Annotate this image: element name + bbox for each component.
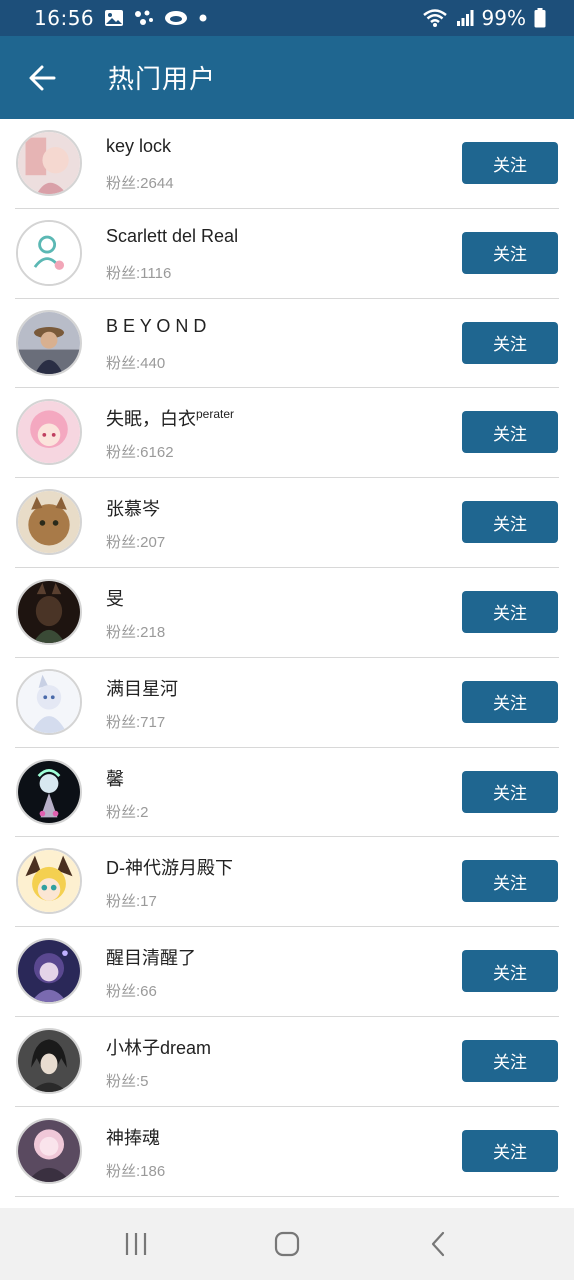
follow-button[interactable]: 关注 <box>462 950 558 993</box>
avatar[interactable] <box>16 938 82 1005</box>
fans-count: 粉丝:6162 <box>106 444 174 462</box>
user-name: 神捧魂 <box>106 1127 160 1148</box>
system-nav-bar <box>0 1208 574 1280</box>
user-name: Scarlett del Real <box>106 225 239 246</box>
list-item[interactable]: D-神代游月殿下 粉丝:17 关注 <box>15 837 559 928</box>
avatar[interactable] <box>16 668 82 735</box>
follow-button[interactable]: 关注 <box>462 321 558 364</box>
battery-icon <box>534 8 546 28</box>
user-name-text: 失眠，白衣 <box>106 409 196 430</box>
fans-count: 粉丝:66 <box>106 983 157 1001</box>
list-item[interactable]: Scarlett del Real 粉丝:1116 关注 <box>15 209 559 299</box>
avatar[interactable] <box>16 489 82 556</box>
signal-icon <box>456 9 474 27</box>
list-item[interactable]: 馨 粉丝:2 关注 <box>15 748 559 838</box>
user-name: B E Y O N D <box>106 315 207 336</box>
list-item[interactable]: 满目星河 粉丝:717 关注 <box>15 658 559 748</box>
avatar[interactable] <box>16 578 82 645</box>
hot-users-list[interactable]: key lock 粉丝:2644 关注 Scarlett del Real 粉丝… <box>0 119 574 1208</box>
fans-count: 粉丝:5 <box>106 1072 149 1090</box>
avatar[interactable] <box>16 848 82 915</box>
follow-button[interactable]: 关注 <box>462 411 558 454</box>
user-name: D-神代游月殿下 <box>106 858 233 879</box>
notification-dot-icon <box>198 13 208 23</box>
list-item[interactable]: 神捧魂 粉丝:186 关注 <box>15 1107 559 1197</box>
avatar[interactable] <box>16 758 82 825</box>
user-name: 满目星河 <box>106 678 178 699</box>
follow-button[interactable]: 关注 <box>462 860 558 903</box>
fans-count: 粉丝:218 <box>106 623 166 641</box>
cloud-icon <box>164 10 188 26</box>
user-name: 张慕岑 <box>106 499 160 520</box>
fans-count: 粉丝:186 <box>106 1162 166 1180</box>
user-name: 小林子dream <box>106 1037 212 1058</box>
gallery-icon <box>104 9 124 27</box>
list-item[interactable]: 张慕岑 粉丝:207 关注 <box>15 478 559 568</box>
user-name: 失眠，白衣perater <box>106 405 234 431</box>
status-bar: 16:56 99% <box>0 0 574 36</box>
user-name-sup: perater <box>196 407 235 422</box>
home-button[interactable] <box>257 1214 317 1274</box>
user-name: 旻 <box>106 588 124 609</box>
avatar[interactable] <box>16 1117 82 1184</box>
follow-button[interactable]: 关注 <box>462 590 558 633</box>
user-name: key lock <box>106 136 172 156</box>
follow-button[interactable]: 关注 <box>462 231 558 274</box>
list-item[interactable]: 醒目清醒了 粉丝:66 关注 <box>15 927 559 1017</box>
home-icon <box>274 1231 300 1257</box>
wifi-icon <box>422 8 448 28</box>
list-item[interactable]: 旻 粉丝:218 关注 <box>15 568 559 658</box>
recent-apps-icon <box>125 1233 146 1255</box>
back-button[interactable] <box>0 36 84 119</box>
user-name: 馨 <box>106 768 124 789</box>
follow-button[interactable]: 关注 <box>462 770 558 813</box>
list-item[interactable]: 小林子dream 粉丝:5 关注 <box>15 1017 559 1107</box>
nav-back-icon <box>432 1231 445 1257</box>
user-name: 醒目清醒了 <box>106 948 196 969</box>
fans-count: 粉丝:207 <box>106 534 166 552</box>
follow-button[interactable]: 关注 <box>462 680 558 723</box>
fans-count: 粉丝:1116 <box>106 264 172 282</box>
list-item[interactable]: key lock 粉丝:2644 关注 <box>15 119 559 209</box>
nav-back-button[interactable] <box>408 1214 468 1274</box>
avatar[interactable] <box>16 130 82 196</box>
page-title: 热门用户 <box>108 65 217 95</box>
recent-apps-button[interactable] <box>106 1214 166 1274</box>
fans-count: 粉丝:717 <box>106 713 166 731</box>
list-item[interactable]: B E Y O N D 粉丝:440 关注 <box>15 299 559 389</box>
avatar[interactable] <box>16 1027 82 1094</box>
avatar[interactable] <box>16 309 82 376</box>
back-arrow-icon <box>29 65 56 90</box>
battery-percent: 99% <box>481 6 526 30</box>
avatar[interactable] <box>16 399 82 466</box>
follow-button[interactable]: 关注 <box>462 1039 558 1082</box>
fans-count: 粉丝:440 <box>106 354 166 372</box>
app-bar: 热门用户 <box>0 36 574 119</box>
follow-button[interactable]: 关注 <box>462 142 558 184</box>
follow-button[interactable]: 关注 <box>462 1129 558 1172</box>
list-item[interactable]: 失眠，白衣perater 粉丝:6162 关注 <box>15 388 559 479</box>
fans-count: 粉丝:2644 <box>106 175 174 192</box>
fans-count: 粉丝:2 <box>106 803 149 821</box>
avatar[interactable] <box>16 219 82 286</box>
fans-count: 粉丝:17 <box>106 893 157 911</box>
status-time: 16:56 <box>34 6 95 30</box>
follow-button[interactable]: 关注 <box>462 501 558 544</box>
dots-icon <box>134 10 154 26</box>
